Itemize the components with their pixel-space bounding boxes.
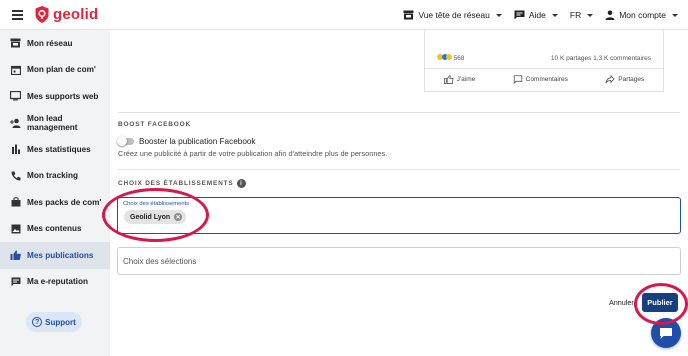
person-add-icon [10,117,21,128]
chevron-down-icon [672,13,678,17]
geolid-logo[interactable]: geolid [35,6,98,23]
reaction-emojis-icon [437,54,452,62]
sidebar-item-tracking[interactable]: Mon tracking [0,163,110,190]
sidebar-item-label: Mes supports web [27,91,99,101]
publish-button[interactable]: Publier [642,293,678,312]
logo-text: geolid [53,6,99,23]
comment-outline-icon [513,75,522,84]
calendar-icon [10,64,21,75]
help-chat-icon [514,10,525,20]
establishments-section-title: CHOIX DES ÉTABLISSEMENTS i [118,179,246,188]
chat-widget-button[interactable] [651,318,681,348]
cancel-button[interactable]: Annuler [609,298,634,307]
boost-helper-text: Créez une publicité à partir de votre pu… [118,149,388,158]
account-menu[interactable]: Mon compte [605,10,678,20]
person-icon [605,10,615,20]
shares-comments-count: 10 K partages 1,3 K commentaires [550,55,651,62]
thumb-up-icon [10,250,21,261]
share-action[interactable]: Partages [605,75,644,84]
language-label: FR [569,10,582,20]
reactions-summary: 568 [437,54,464,62]
store-icon [10,38,21,49]
account-label: Mon compte [619,10,666,20]
geolid-shield-icon [35,6,49,23]
sidebar-item-plan-de-com[interactable]: Mon plan de com' [0,57,110,84]
facebook-post-preview: 568 10 K partages 1,3 K commentaires J'a… [424,30,664,92]
sidebar: Mon réseau Mon plan de com' Mes supports… [0,30,110,356]
network-view-label: Vue tête de réseau [418,10,490,20]
sidebar-item-label: Mon réseau [27,38,73,48]
bar-chart-icon [10,144,21,155]
like-action[interactable]: J'aime [443,75,476,84]
sidebar-item-packs-de-com[interactable]: Mes packs de com' [0,189,110,216]
boost-section-title: BOOST FACEBOOK [118,121,191,128]
sidebar-item-lead-management[interactable]: Mon lead management [0,110,110,137]
help-label: Aide [528,10,546,20]
sidebar-item-publications[interactable]: Mes publications [0,242,110,269]
comment-label: Commentaires [525,76,568,83]
top-bar: geolid Vue tête de réseau Aide FR Mon co… [0,0,688,30]
info-icon[interactable]: i [236,179,246,188]
chevron-down-icon [587,13,594,17]
image-icon [10,223,21,234]
hamburger-menu-icon[interactable] [12,10,23,20]
thumb-up-outline-icon [443,75,454,84]
sidebar-item-label: Ma e-reputation [27,277,88,287]
help-menu[interactable]: Aide [514,10,558,20]
establishments-title-text: CHOIX DES ÉTABLISSEMENTS [118,180,234,188]
remove-chip-icon[interactable]: ✕ [174,213,183,221]
chevron-down-icon [495,13,502,17]
sidebar-item-label: Mon tracking [27,171,78,181]
support-button[interactable]: ? Support [26,312,82,332]
selections-placeholder: Choix des sélections [123,257,197,266]
network-view-menu[interactable]: Vue tête de réseau [403,10,502,20]
bag-icon [10,197,21,208]
sidebar-item-label: Mes packs de com' [27,197,102,207]
monitor-icon [10,91,21,102]
boost-toggle-row: Booster la publication Facebook [117,136,256,146]
boost-facebook-toggle[interactable] [117,136,134,146]
post-actions-bar: J'aime Commentaires Partages [425,68,663,90]
sidebar-item-statistiques[interactable]: Mes statistiques [0,136,110,163]
support-label: Support [45,317,76,327]
chevron-down-icon [551,13,558,17]
phone-icon [10,170,21,181]
main-panel: 568 10 K partages 1,3 K commentaires J'a… [110,30,688,356]
sidebar-item-contenus[interactable]: Mes contenus [0,216,110,243]
boost-toggle-label: Booster la publication Facebook [139,137,256,146]
store-icon [403,10,414,20]
top-navigation: Vue tête de réseau Aide FR Mon compte [403,0,678,30]
language-menu[interactable]: FR [569,10,594,20]
sidebar-item-label: Mon plan de com' [27,65,96,75]
chip-label: Geolid Lyon [130,213,171,221]
share-label: Partages [618,76,645,83]
establishments-select[interactable]: Choix des établissements Geolid Lyon ✕ [117,197,681,234]
sidebar-item-label: Mes statistiques [27,144,91,154]
like-label: J'aime [456,76,476,83]
sidebar-item-label: Mon lead management [27,113,78,132]
sidebar-item-e-reputation[interactable]: Ma e-reputation [0,269,110,296]
sidebar-item-label: Mes contenus [27,224,82,234]
share-arrow-icon [605,75,615,84]
sidebar-item-label: Mes publications [27,250,94,260]
comment-action[interactable]: Commentaires [513,75,568,84]
comment-icon [10,276,21,287]
sidebar-item-supports-web[interactable]: Mes supports web [0,83,110,110]
selections-select[interactable]: Choix des sélections [117,247,681,275]
section-divider [118,169,680,170]
establishments-field-label: Choix des établissements [123,201,190,207]
reaction-count: 568 [453,54,465,62]
sidebar-item-mon-reseau[interactable]: Mon réseau [0,30,110,57]
chat-bubble-icon [660,327,672,339]
selected-establishment-chip: Geolid Lyon ✕ [124,210,187,224]
section-divider [118,112,680,113]
question-icon: ? [32,317,43,327]
